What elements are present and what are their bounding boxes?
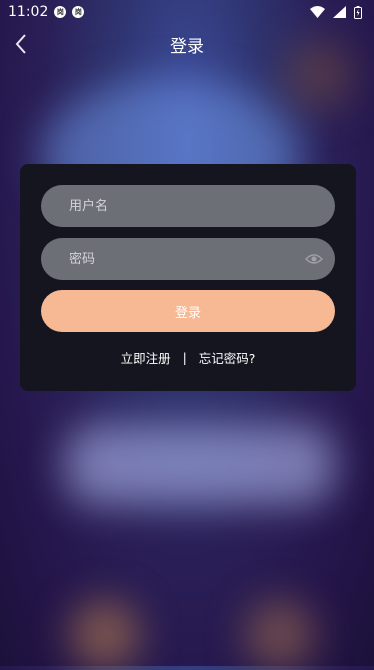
battery-icon — [354, 5, 362, 19]
login-button[interactable]: 登录 — [41, 290, 335, 332]
background-blur-middle — [65, 425, 335, 505]
status-time: 11:02 — [8, 4, 49, 20]
link-separator: | — [182, 350, 187, 365]
status-bar: 11:02 岗 岗 — [0, 0, 374, 24]
background-blur-bottom-left — [70, 600, 140, 670]
username-input[interactable] — [67, 197, 291, 215]
username-field[interactable] — [41, 185, 335, 227]
top-navigation: 登录 — [0, 28, 374, 60]
notification-badge-icon: 岗 — [72, 6, 85, 18]
wifi-icon — [310, 6, 325, 18]
password-field[interactable] — [41, 238, 335, 280]
back-arrow-icon[interactable] — [10, 32, 34, 56]
signal-icon — [333, 6, 346, 18]
page-title: 登录 — [170, 36, 204, 57]
forgot-password-link[interactable]: 忘记密码? — [199, 348, 256, 367]
status-left: 11:02 岗 岗 — [8, 4, 85, 20]
login-card: 登录 立即注册 | 忘记密码? — [20, 164, 356, 391]
eye-icon[interactable] — [305, 250, 323, 268]
password-input[interactable] — [67, 250, 291, 268]
register-link[interactable]: 立即注册 — [121, 348, 171, 367]
account-links: 立即注册 | 忘记密码? — [20, 348, 356, 367]
status-right — [310, 5, 362, 19]
background-blur-bottom-right — [245, 600, 315, 670]
notification-badge-icon: 岗 — [54, 6, 67, 18]
